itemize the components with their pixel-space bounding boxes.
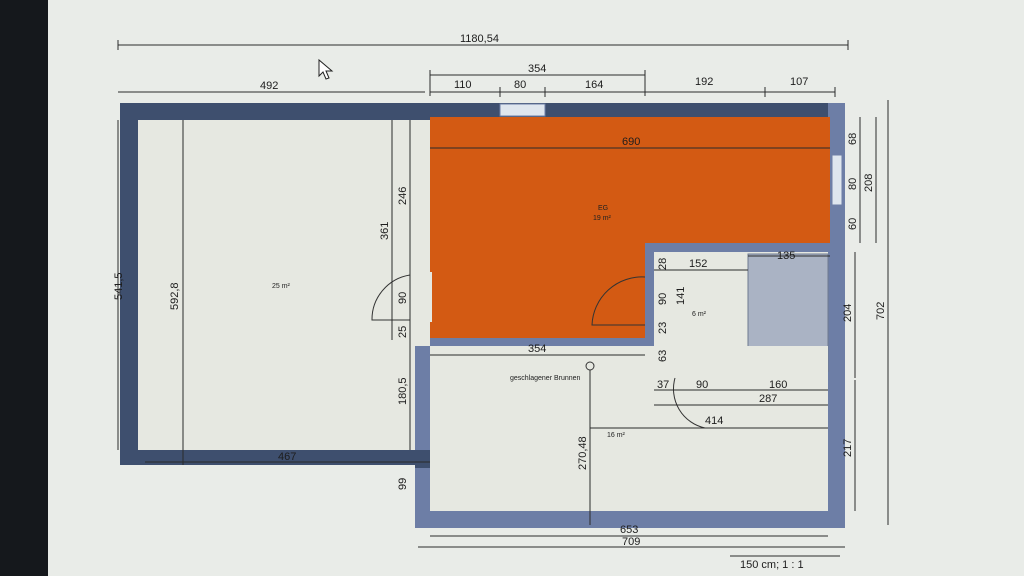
left-door-opening xyxy=(410,272,432,322)
dim-right-80: 80 xyxy=(847,178,859,190)
top-wall xyxy=(430,103,845,117)
dim-bath-90: 90 xyxy=(657,293,669,305)
dim-bottom-653: 653 xyxy=(620,524,638,536)
dim-top-group: 354 xyxy=(528,63,546,75)
dim-inner-90: 90 xyxy=(397,292,409,304)
dim-bottom-99: 99 xyxy=(397,478,409,490)
orange-room-name: EG xyxy=(598,205,608,212)
well-label: geschlagener Brunnen xyxy=(510,375,581,382)
dim-right-702: 702 xyxy=(875,302,887,320)
right-window xyxy=(831,154,843,206)
dim-inner-361: 361 xyxy=(379,222,391,240)
left-room-area: 25 m² xyxy=(272,283,291,290)
dim-right-217: 217 xyxy=(842,439,854,457)
dim-row-160: 160 xyxy=(769,379,787,391)
dim-mid-354: 354 xyxy=(528,343,546,355)
dim-seg-107: 107 xyxy=(790,76,808,88)
dim-inner-25: 25 xyxy=(397,326,409,338)
dim-inner-246: 246 xyxy=(397,187,409,205)
dim-top-left: 492 xyxy=(260,80,278,92)
dim-total-width: 1180,54 xyxy=(460,33,499,45)
dim-row-37: 37 xyxy=(657,379,669,391)
dim-seg-110: 110 xyxy=(454,79,472,91)
dim-seg-80: 80 xyxy=(514,79,526,91)
dim-left-541: 541,5 xyxy=(113,272,125,300)
dim-right-208: 208 xyxy=(863,174,875,192)
lower-left-wall xyxy=(415,346,430,528)
floor-plan-canvas: 1180,54 492 354 110 80 164 192 107 541,5… xyxy=(0,0,1024,576)
dim-row-414: 414 xyxy=(705,415,723,427)
scale-label: 150 cm; 1 : 1 xyxy=(740,559,804,571)
dim-vert-270: 270,48 xyxy=(577,436,589,470)
dim-right-60: 60 xyxy=(847,218,859,230)
dim-right-68: 68 xyxy=(847,133,859,145)
dim-left-592: 592,8 xyxy=(169,282,181,310)
dim-row-287: 287 xyxy=(759,393,777,405)
lower-room-area: 16 m² xyxy=(607,432,626,439)
dim-bath-63: 63 xyxy=(657,350,669,362)
orange-room-area: 19 m² xyxy=(593,215,612,222)
dim-bath-135: 135 xyxy=(777,250,795,262)
dim-row-90: 90 xyxy=(696,379,708,391)
building xyxy=(120,103,845,528)
dim-bottom-467: 467 xyxy=(278,451,296,463)
dim-bath-23: 23 xyxy=(657,322,669,334)
dim-bath-28: 28 xyxy=(657,258,669,270)
dim-orange-690: 690 xyxy=(622,136,640,148)
wall-junction xyxy=(415,450,430,468)
dim-bath-152: 152 xyxy=(689,258,707,270)
bath-top-wall xyxy=(645,243,835,252)
dim-seg-164: 164 xyxy=(585,79,603,91)
dim-seg-192: 192 xyxy=(695,76,713,88)
dim-inner-180: 180,5 xyxy=(397,377,409,405)
bath-room-area: 6 m² xyxy=(692,311,707,318)
dim-right-204: 204 xyxy=(842,304,854,322)
dim-bath-141: 141 xyxy=(675,287,687,305)
dim-bottom-709: 709 xyxy=(622,536,640,548)
top-window xyxy=(499,103,546,117)
